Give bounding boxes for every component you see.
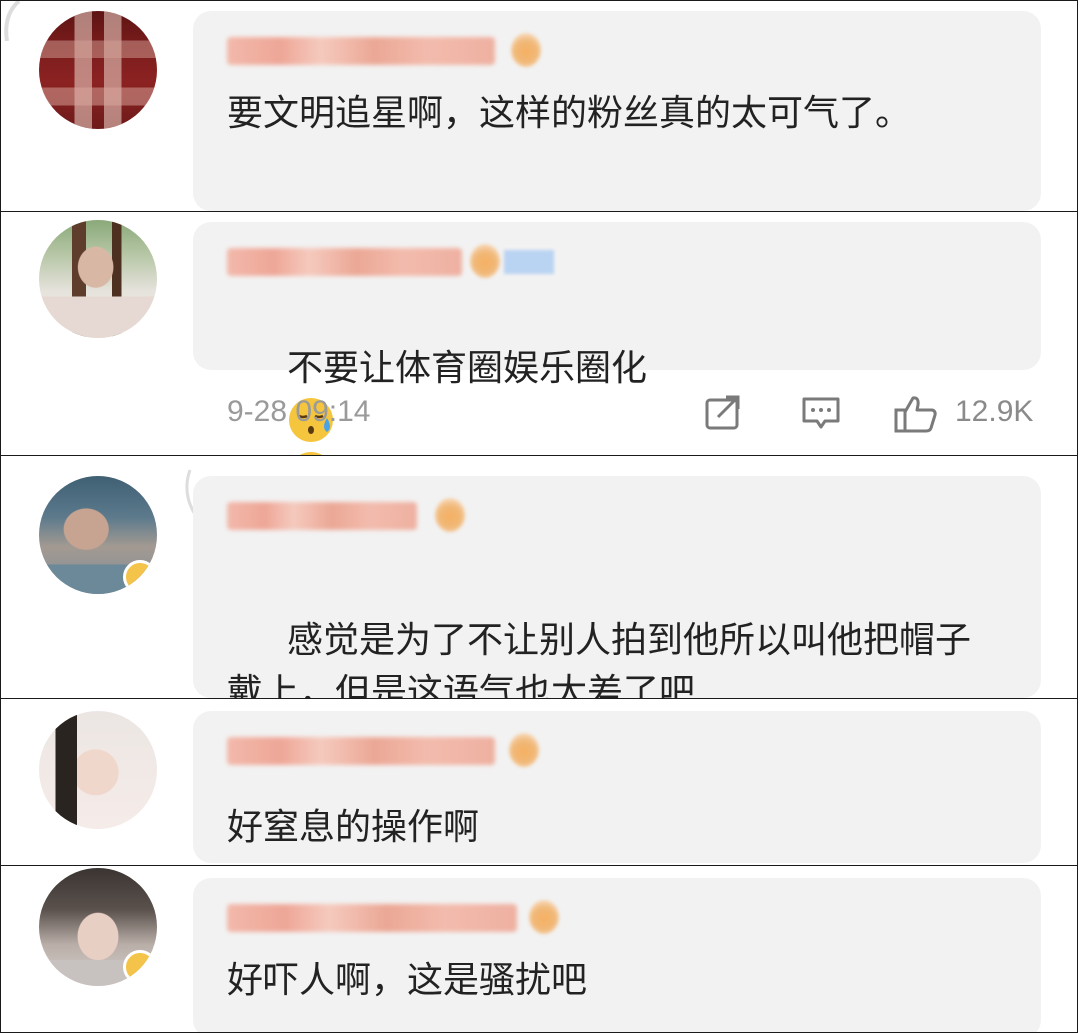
like-count: 12.9K: [955, 395, 1034, 428]
comment-panel-2: 不要让体育圈娱乐圈化 9-28 09:14 12.9K: [0, 211, 1078, 456]
crown-icon: [435, 498, 465, 532]
username-blurred[interactable]: [227, 733, 539, 769]
comment-bubble: 好吓人啊，这是骚扰吧: [193, 878, 1041, 1032]
divider-arc: [4, 1, 21, 41]
verified-badge-icon: [123, 560, 157, 594]
comment-icon[interactable]: [801, 395, 841, 431]
share-icon[interactable]: [704, 395, 744, 431]
avatar[interactable]: [39, 711, 157, 829]
avatar[interactable]: [39, 868, 157, 986]
avatar[interactable]: [39, 476, 157, 594]
crown-icon: [509, 733, 539, 767]
username-blurred[interactable]: [227, 900, 559, 936]
comment-text: 好窒息的操作啊: [227, 806, 480, 847]
timestamp: 9-28 09:14: [227, 395, 371, 428]
comment-panel-1: 要文明追星啊，这样的粉丝真的太可气了。: [0, 0, 1078, 212]
comment-text: 好吓人啊，这是骚扰吧: [227, 959, 588, 1000]
crown-icon: [470, 244, 500, 278]
avatar[interactable]: [39, 220, 157, 338]
comment-meta-bar: 9-28 09:14 12.9K: [1, 387, 1077, 437]
comment-panel-3: 感觉是为了不让别人拍到他所以叫他把帽子戴上，但是这语气也太差了吧: [0, 455, 1078, 699]
username-blurred[interactable]: [227, 244, 554, 280]
comment-text-body: 感觉是为了不让别人拍到他所以叫他把帽子戴上，但是这语气也太差了吧: [227, 619, 972, 699]
crown-icon: [529, 900, 559, 934]
comment-bubble: 不要让体育圈娱乐圈化: [193, 222, 1041, 455]
comment-bubble: 好窒息的操作啊: [193, 711, 1041, 863]
comment-bubble: 要文明追星啊，这样的粉丝真的太可气了。: [193, 11, 1041, 211]
comment-text: 感觉是为了不让别人拍到他所以叫他把帽子戴上，但是这语气也太差了吧: [227, 562, 987, 699]
comment-panel-4: 好窒息的操作啊: [0, 698, 1078, 866]
username-blurred[interactable]: [227, 33, 541, 69]
comment-panel-5: 好吓人啊，这是骚扰吧: [0, 865, 1078, 1033]
member-tag: [504, 250, 554, 274]
comment-bubble: 感觉是为了不让别人拍到他所以叫他把帽子戴上，但是这语气也太差了吧: [193, 476, 1041, 698]
comment-text-body: 不要让体育圈娱乐圈化: [287, 347, 648, 388]
like-icon[interactable]: [894, 395, 938, 433]
crown-icon: [511, 33, 541, 67]
avatar[interactable]: [39, 11, 157, 129]
username-blurred[interactable]: [227, 498, 527, 534]
comment-text: 要文明追星啊，这样的粉丝真的太可气了。: [227, 92, 912, 133]
verified-badge-icon: [123, 950, 157, 984]
